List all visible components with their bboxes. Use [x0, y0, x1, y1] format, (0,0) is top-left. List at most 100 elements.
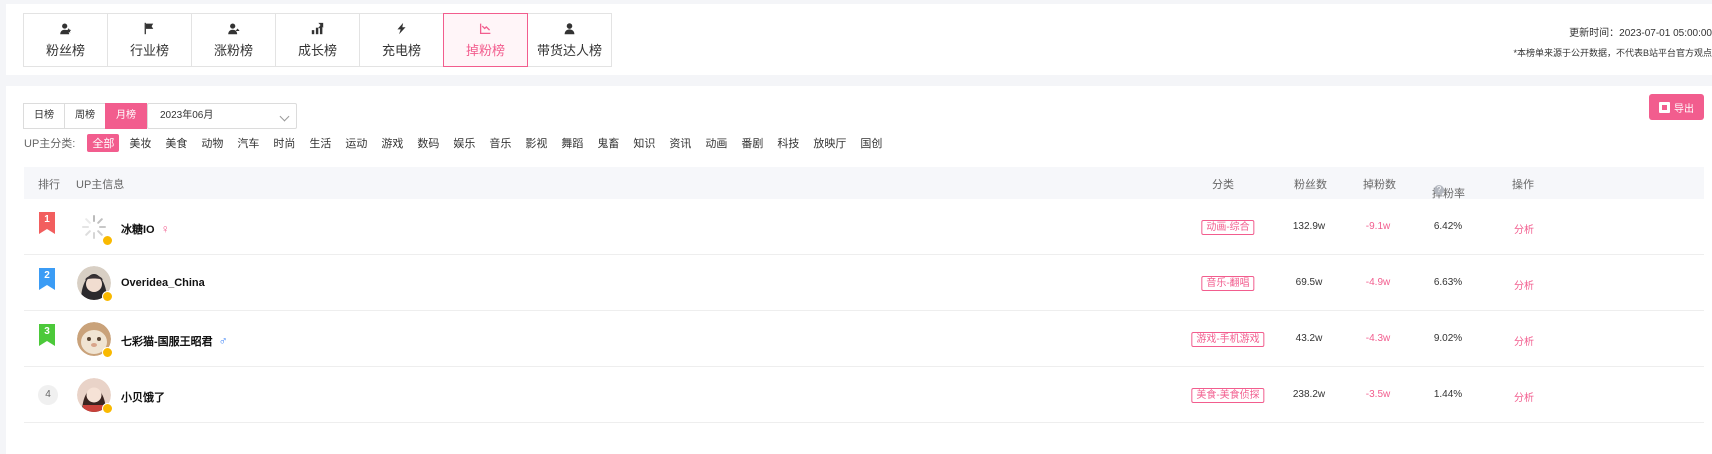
table-row: 2 Overidea_China 音乐-翻唱 69.5w -4.9w 6.63%…	[24, 255, 1704, 311]
table-header: 排行 UP主信息 分类 粉丝数 掉粉数 掉粉率? 操作	[24, 167, 1704, 200]
category-tag: 美食-美食侦探	[1191, 388, 1265, 403]
tab-fans-growth[interactable]: 涨粉榜	[191, 13, 276, 67]
rank-number: 2	[44, 270, 50, 281]
category-sports[interactable]: 运动	[345, 135, 367, 151]
category-animation[interactable]: 动画	[705, 135, 727, 151]
up-name-text: Overidea_China	[121, 277, 205, 289]
analyze-link[interactable]: 分析	[1514, 333, 1534, 348]
excel-icon	[1659, 101, 1670, 113]
analyze-link[interactable]: 分析	[1514, 389, 1534, 404]
month-select-value: 2023年06月	[160, 110, 214, 121]
up-name[interactable]: 冰糖IO ♀	[121, 221, 170, 237]
up-name[interactable]: 小贝饿了	[121, 389, 165, 405]
col-fans: 粉丝数	[1294, 179, 1327, 191]
category-bangumi[interactable]: 番剧	[741, 135, 763, 151]
fans-loss: -4.3w	[1365, 333, 1391, 344]
growth-icon	[311, 22, 324, 34]
rank-badge: 3	[39, 324, 55, 346]
lightning-icon	[397, 22, 406, 34]
up-name[interactable]: Overidea_China	[121, 277, 205, 289]
category-entertainment[interactable]: 娱乐	[453, 135, 475, 151]
rank-badge: 2	[39, 268, 55, 290]
tab-label: 带货达人榜	[536, 42, 602, 58]
analyze-link[interactable]: 分析	[1514, 221, 1534, 236]
fans-loss: -4.9w	[1365, 277, 1391, 288]
verified-badge-icon	[102, 235, 113, 246]
month-select[interactable]: 2023年06月	[147, 103, 297, 129]
avatar[interactable]	[77, 378, 113, 414]
category-life[interactable]: 生活	[309, 135, 331, 151]
user-icon	[564, 22, 575, 34]
avatar[interactable]	[77, 322, 113, 358]
ranking-panel: 日榜 周榜 月榜 2023年06月 导出 UP主分类: 全部 美妆 美食 动物 …	[6, 86, 1712, 454]
period-weekly[interactable]: 周榜	[64, 103, 106, 129]
tab-label: 成长榜	[297, 42, 337, 58]
tab-fans[interactable]: 粉丝榜	[23, 13, 108, 67]
period-monthly[interactable]: 月榜	[105, 103, 147, 129]
tab-industry[interactable]: 行业榜	[107, 13, 192, 67]
category-tag: 音乐-翻唱	[1201, 276, 1255, 291]
tab-growth[interactable]: 成长榜	[275, 13, 360, 67]
fans-count: 43.2w	[1295, 333, 1323, 344]
tab-label: 掉粉榜	[465, 42, 505, 58]
category-cinema[interactable]: 放映厅	[813, 135, 846, 151]
avatar[interactable]	[77, 266, 113, 302]
disclaimer: *本榜单来源于公开数据，不代表B站平台官方观点	[1513, 48, 1712, 58]
up-name[interactable]: 七彩猫-国服王昭君 ♂	[121, 333, 228, 349]
category-game[interactable]: 游戏	[381, 135, 403, 151]
user-up-icon	[228, 22, 240, 34]
col-loss: 掉粉数	[1363, 179, 1396, 191]
col-action: 操作	[1512, 179, 1534, 191]
analyze-link[interactable]: 分析	[1514, 277, 1534, 292]
tab-sales-expert[interactable]: 带货达人榜	[527, 13, 612, 67]
flag-icon	[144, 22, 154, 34]
fans-icon	[60, 22, 72, 34]
category-beauty[interactable]: 美妆	[129, 135, 151, 151]
loss-rate: 6.42%	[1433, 221, 1463, 232]
export-button[interactable]: 导出	[1649, 94, 1704, 120]
tab-charge[interactable]: 充电榜	[359, 13, 444, 67]
chart-down-icon	[479, 23, 491, 34]
category-knowledge[interactable]: 知识	[633, 135, 655, 151]
help-icon[interactable]: ?	[1434, 185, 1444, 195]
loss-rate: 1.44%	[1433, 389, 1463, 400]
category-music[interactable]: 音乐	[489, 135, 511, 151]
update-time: 更新时间：2023-07-01 05:00:00	[1569, 28, 1712, 39]
category-filter-label: UP主分类:	[24, 138, 76, 150]
fans-count: 132.9w	[1292, 221, 1326, 232]
tab-fans-loss[interactable]: 掉粉榜	[443, 13, 528, 67]
category-food[interactable]: 美食	[165, 135, 187, 151]
category-car[interactable]: 汽车	[237, 135, 259, 151]
ranking-tab-bar: 粉丝榜 行业榜 涨粉榜 成长榜 充电榜 掉粉榜 带货达人榜 更新时间：2023-…	[6, 4, 1712, 75]
table-row: 4 小贝饿了 美食-美食侦探 238.2w -3.5w 1.44% 分析	[24, 367, 1704, 423]
category-all[interactable]: 全部	[87, 134, 120, 152]
period-switch: 日榜 周榜 月榜	[23, 103, 147, 129]
period-daily[interactable]: 日榜	[23, 103, 65, 129]
loss-rate: 9.02%	[1433, 333, 1463, 344]
up-name-text: 七彩猫-国服王昭君	[121, 336, 213, 348]
category-animal[interactable]: 动物	[201, 135, 223, 151]
category-tag: 动画-综合	[1201, 220, 1255, 235]
category-news[interactable]: 资讯	[669, 135, 691, 151]
rank-number: 1	[44, 214, 50, 225]
category-kichiku[interactable]: 鬼畜	[597, 135, 619, 151]
avatar[interactable]	[77, 210, 113, 246]
up-name-text: 小贝饿了	[121, 392, 165, 404]
category-tech[interactable]: 科技	[777, 135, 799, 151]
category-fashion[interactable]: 时尚	[273, 135, 295, 151]
category-film[interactable]: 影视	[525, 135, 547, 151]
category-digital[interactable]: 数码	[417, 135, 439, 151]
col-rank: 排行	[38, 179, 60, 191]
tab-label: 粉丝榜	[45, 42, 85, 58]
rank-badge: 1	[39, 212, 55, 234]
fans-count: 238.2w	[1292, 389, 1326, 400]
fans-count: 69.5w	[1295, 277, 1323, 288]
verified-badge-icon	[102, 403, 113, 414]
category-dance[interactable]: 舞蹈	[561, 135, 583, 151]
male-icon: ♂	[218, 334, 228, 348]
verified-badge-icon	[102, 347, 113, 358]
export-label: 导出	[1674, 103, 1694, 115]
category-guochuang[interactable]: 国创	[860, 135, 882, 151]
up-name-text: 冰糖IO	[121, 224, 155, 236]
loss-rate: 6.63%	[1433, 277, 1463, 288]
